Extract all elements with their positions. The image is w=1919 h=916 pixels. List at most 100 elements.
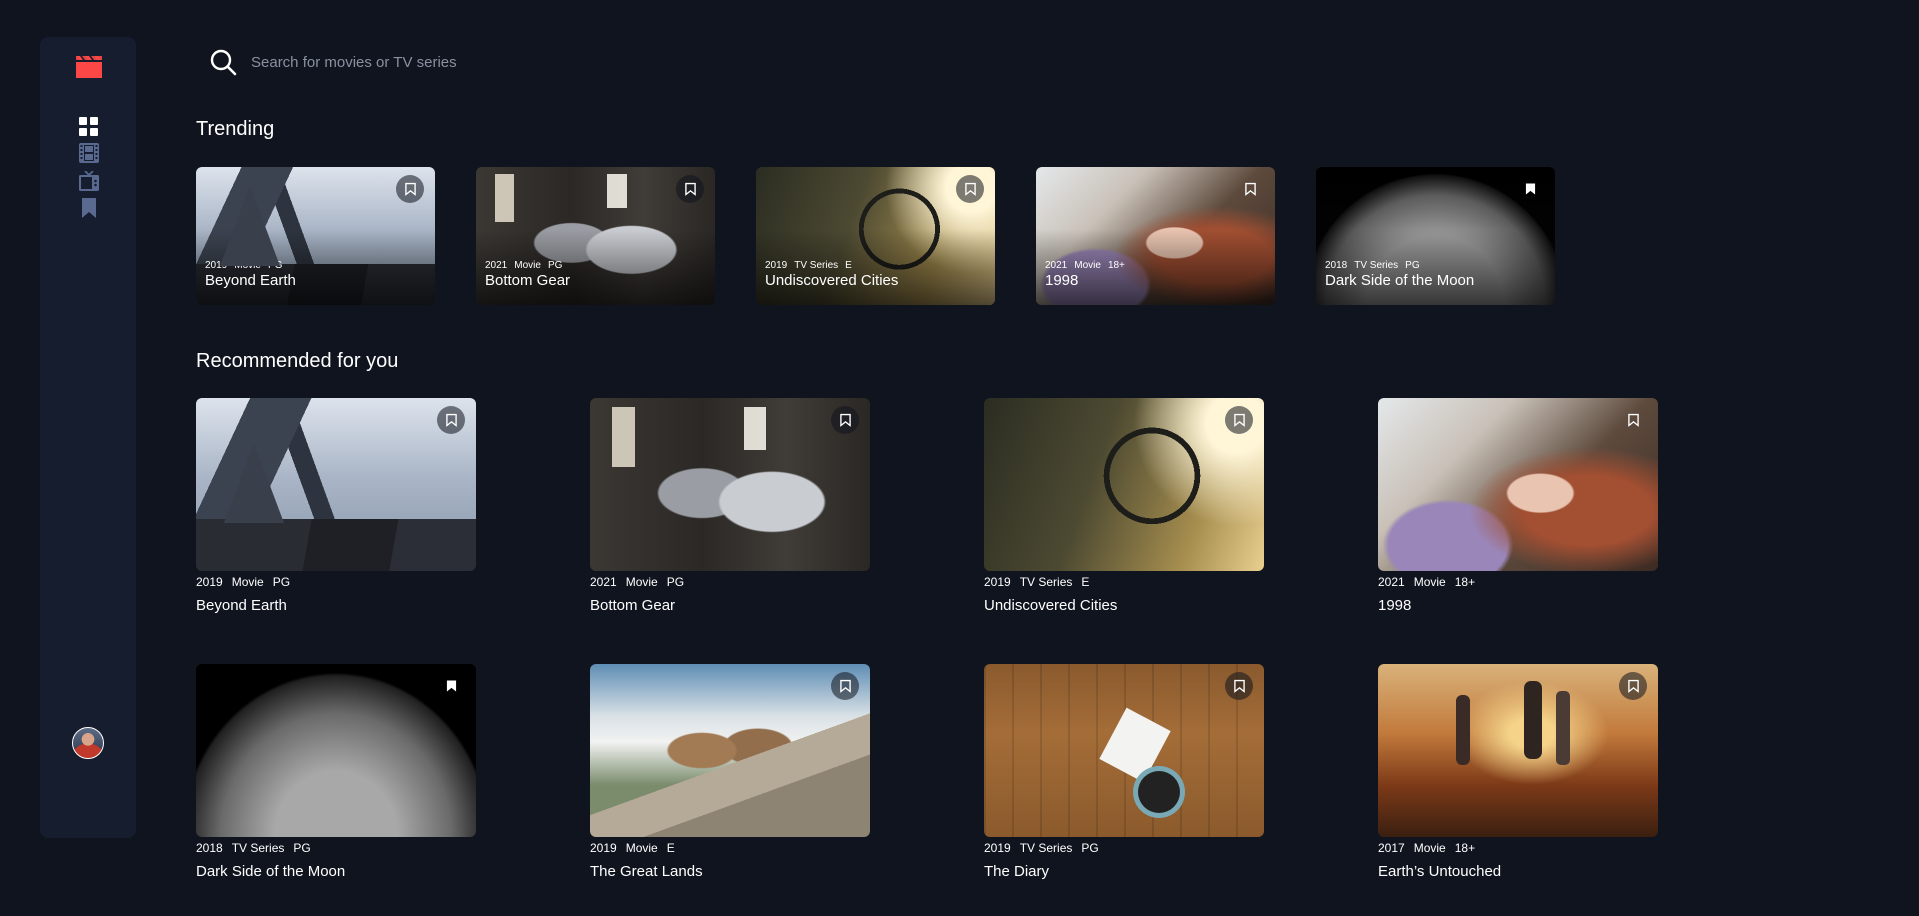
card-year: 2019 bbox=[196, 575, 223, 589]
card-title: Earth’s Untouched bbox=[1378, 863, 1502, 880]
card-meta: 2017 Movie 18+ bbox=[1378, 841, 1658, 855]
card-rating: E bbox=[666, 841, 675, 855]
recommended-card[interactable]: 2019 TV Series E Undiscovered Cities bbox=[984, 398, 1264, 614]
card-category: Movie bbox=[625, 575, 658, 589]
card-meta: 2019 TV Series PG bbox=[984, 841, 1264, 855]
bookmark-empty-icon bbox=[839, 413, 851, 427]
card-title: Dark Side of the Moon bbox=[196, 863, 346, 880]
bookmark-button[interactable] bbox=[1225, 406, 1253, 434]
card-thumbnail[interactable] bbox=[196, 664, 476, 837]
recommended-card[interactable]: 2019 Movie E The Great Lands bbox=[590, 664, 870, 880]
card-thumbnail[interactable] bbox=[196, 398, 476, 571]
card-title: Dark Side of the Moon bbox=[1325, 272, 1475, 289]
trending-heading: Trending bbox=[196, 118, 275, 140]
search-input[interactable] bbox=[251, 53, 851, 71]
recommended-card[interactable]: 2021 Movie PG Bottom Gear bbox=[590, 398, 870, 614]
card-title: 1998 bbox=[1045, 272, 1079, 289]
card-year: 2019 bbox=[765, 260, 788, 271]
card-rating: 18+ bbox=[1454, 575, 1476, 589]
card-title: Bottom Gear bbox=[590, 597, 676, 614]
card-year: 2019 bbox=[205, 260, 228, 271]
card-title: Bottom Gear bbox=[485, 272, 571, 289]
card-category: TV Series bbox=[794, 260, 839, 271]
bookmark-empty-icon bbox=[1627, 679, 1639, 693]
bookmark-empty-icon bbox=[1627, 413, 1639, 427]
recommended-card[interactable]: 2019 Movie PG Beyond Earth bbox=[196, 398, 476, 614]
card-category: Movie bbox=[234, 260, 261, 271]
bookmark-empty-icon bbox=[684, 182, 696, 196]
card-meta: 2019 TV Series E bbox=[765, 260, 859, 271]
card-title: The Great Lands bbox=[590, 863, 703, 880]
card-category: Movie bbox=[1074, 260, 1101, 271]
bookmark-button[interactable] bbox=[1225, 672, 1253, 700]
card-rating: 18+ bbox=[1107, 260, 1125, 271]
card-meta: 2019 TV Series E bbox=[984, 575, 1264, 589]
bookmark-button[interactable] bbox=[831, 406, 859, 434]
card-title: The Diary bbox=[984, 863, 1050, 880]
bookmark-button[interactable] bbox=[1236, 175, 1264, 203]
card-meta: 2021 Movie 18+ bbox=[1378, 575, 1658, 589]
bookmark-button[interactable] bbox=[396, 175, 424, 203]
bookmark-button[interactable] bbox=[1619, 672, 1647, 700]
search-bar bbox=[210, 46, 910, 78]
recommended-card[interactable]: 2017 Movie 18+ Earth’s Untouched bbox=[1378, 664, 1658, 880]
bookmark-empty-icon bbox=[445, 413, 457, 427]
card-meta: 2018 TV Series PG bbox=[196, 841, 476, 855]
card-rating: E bbox=[845, 260, 852, 271]
recommended-card[interactable]: 2018 TV Series PG Dark Side of the Moon bbox=[196, 664, 476, 880]
trending-card[interactable]: 2019 TV Series E Undiscovered Cities bbox=[756, 167, 995, 305]
tv-icon[interactable] bbox=[79, 171, 99, 191]
card-meta: 2021 Movie PG bbox=[590, 575, 870, 589]
card-rating: PG bbox=[1405, 260, 1420, 271]
card-rating: PG bbox=[1081, 841, 1099, 855]
card-title: Beyond Earth bbox=[196, 597, 287, 614]
bookmark-button[interactable] bbox=[1619, 406, 1647, 434]
card-year: 2021 bbox=[485, 260, 508, 271]
card-year: 2021 bbox=[1045, 260, 1068, 271]
card-thumbnail[interactable] bbox=[1378, 664, 1658, 837]
card-meta: 2019 Movie PG bbox=[205, 260, 289, 271]
bookmark-button[interactable] bbox=[831, 672, 859, 700]
search-icon bbox=[210, 49, 237, 75]
bookmark-empty-icon bbox=[839, 679, 851, 693]
film-clapper-icon[interactable] bbox=[76, 56, 102, 78]
sidebar bbox=[40, 37, 136, 838]
card-category: TV Series bbox=[231, 841, 285, 855]
bookmark-filled-icon bbox=[446, 680, 456, 692]
card-title: Beyond Earth bbox=[205, 272, 296, 289]
card-thumbnail[interactable] bbox=[590, 664, 870, 837]
card-rating: PG bbox=[267, 260, 283, 271]
card-thumbnail[interactable] bbox=[984, 664, 1264, 837]
bookmark-button[interactable] bbox=[437, 406, 465, 434]
recommended-card[interactable]: 2021 Movie 18+ 1998 bbox=[1378, 398, 1658, 614]
card-title: 1998 bbox=[1378, 597, 1412, 614]
card-thumbnail[interactable] bbox=[590, 398, 870, 571]
bookmark-empty-icon bbox=[964, 182, 976, 196]
card-rating: 18+ bbox=[1454, 841, 1476, 855]
bookmark-button[interactable] bbox=[1516, 175, 1544, 203]
trending-card[interactable]: 2021 Movie 18+ 1998 bbox=[1036, 167, 1275, 305]
bookmark-empty-icon bbox=[1244, 182, 1256, 196]
bookmark-button[interactable] bbox=[437, 672, 465, 700]
card-category: Movie bbox=[1413, 575, 1446, 589]
card-meta: 2021 Movie PG bbox=[485, 260, 569, 271]
card-category: Movie bbox=[1413, 841, 1446, 855]
bookmark-button[interactable] bbox=[676, 175, 704, 203]
bookmark-empty-icon bbox=[404, 182, 416, 196]
recommended-card[interactable]: 2019 TV Series PG The Diary bbox=[984, 664, 1264, 880]
card-rating: PG bbox=[293, 841, 311, 855]
card-category: Movie bbox=[514, 260, 541, 271]
grid-icon[interactable] bbox=[79, 117, 99, 137]
avatar[interactable] bbox=[72, 727, 104, 759]
card-thumbnail[interactable] bbox=[984, 398, 1264, 571]
card-category: TV Series bbox=[1019, 575, 1073, 589]
film-icon[interactable] bbox=[79, 143, 99, 163]
card-year: 2021 bbox=[590, 575, 617, 589]
card-year: 2017 bbox=[1378, 841, 1405, 855]
trending-card[interactable]: 2019 Movie PG Beyond Earth bbox=[196, 167, 435, 305]
trending-card[interactable]: 2018 TV Series PG Dark Side of the Moon bbox=[1316, 167, 1555, 305]
bookmark-button[interactable] bbox=[956, 175, 984, 203]
bookmark-icon[interactable] bbox=[79, 198, 99, 218]
trending-card[interactable]: 2021 Movie PG Bottom Gear bbox=[476, 167, 715, 305]
card-thumbnail[interactable] bbox=[1378, 398, 1658, 571]
